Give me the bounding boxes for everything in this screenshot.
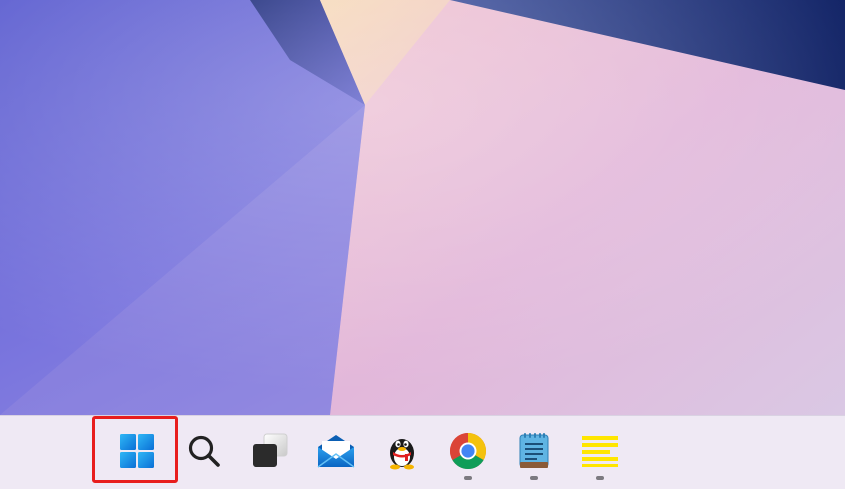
running-indicator — [530, 476, 538, 480]
sticky-notes-icon — [581, 434, 619, 468]
qq-button[interactable] — [374, 416, 430, 486]
search-icon — [187, 434, 221, 468]
search-button[interactable] — [176, 416, 232, 486]
mail-envelope-icon — [317, 434, 355, 468]
qq-penguin-icon — [385, 432, 419, 470]
chrome-icon — [449, 432, 487, 470]
notepad-icon — [518, 432, 550, 470]
chrome-button[interactable] — [440, 416, 496, 486]
running-indicator — [596, 476, 604, 480]
sticky-notes-button[interactable] — [572, 416, 628, 486]
desktop-wallpaper — [0, 0, 845, 415]
taskbar — [0, 415, 845, 489]
start-button-highlight — [92, 416, 178, 483]
running-indicator — [464, 476, 472, 480]
mail-button[interactable] — [308, 416, 364, 486]
task-view-icon — [251, 433, 289, 469]
notepad-button[interactable] — [506, 416, 562, 486]
task-view-button[interactable] — [242, 416, 298, 486]
